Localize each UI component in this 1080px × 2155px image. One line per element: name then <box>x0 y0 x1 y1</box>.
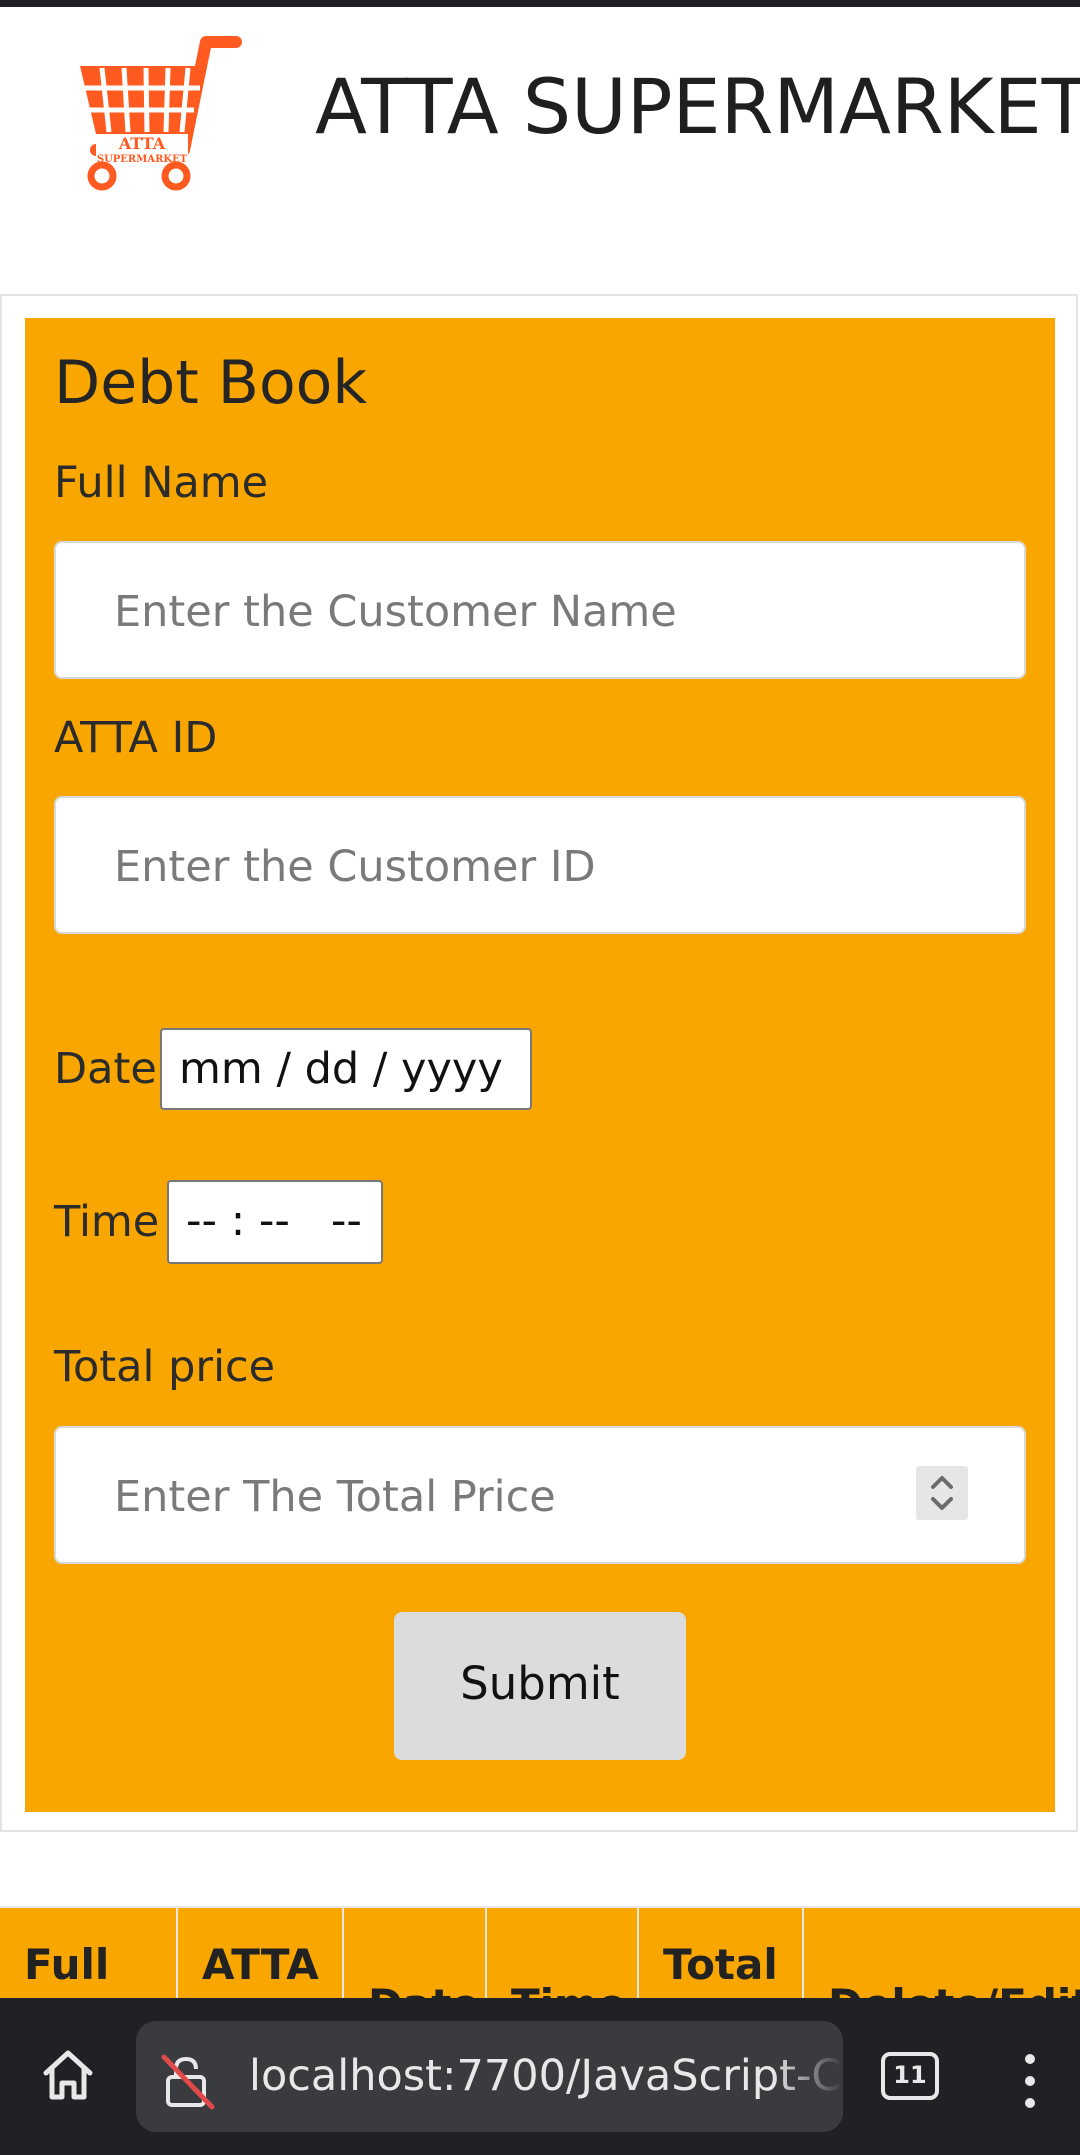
status-bar-edge <box>0 0 1080 7</box>
spinner-arrows-icon <box>931 1476 953 1510</box>
url-text: localhost:7700/JavaScript-CRUD <box>249 2051 843 2101</box>
address-bar[interactable]: localhost:7700/JavaScript-CRUD <box>136 2021 843 2132</box>
atta-id-input[interactable]: Enter the Customer ID <box>54 796 1026 934</box>
number-spinner[interactable] <box>916 1466 968 1520</box>
cart-logo-icon: ATTA SUPERMARKET <box>66 34 246 194</box>
form-heading: Debt Book <box>54 348 368 418</box>
date-input[interactable]: mm / dd / yyyy <box>160 1028 532 1110</box>
time-input[interactable]: -- : -- -- <box>167 1180 383 1264</box>
atta-id-label: ATTA ID <box>54 713 218 763</box>
total-price-input[interactable]: Enter The Total Price <box>54 1426 1026 1564</box>
tab-switcher-button[interactable]: 11 <box>880 2051 940 2101</box>
tab-count: 11 <box>893 2061 927 2089</box>
home-icon[interactable] <box>38 2045 98 2105</box>
overflow-menu-icon[interactable] <box>1020 2051 1040 2111</box>
logo-text-top: ATTA <box>118 134 166 153</box>
total-price-placeholder: Enter The Total Price <box>114 1472 556 1522</box>
atta-id-placeholder: Enter the Customer ID <box>114 842 596 892</box>
full-name-placeholder: Enter the Customer Name <box>114 587 677 637</box>
full-name-label: Full Name <box>54 458 269 508</box>
total-price-label: Total price <box>54 1342 276 1392</box>
submit-label: Submit <box>460 1657 620 1710</box>
url-fade <box>773 2021 843 2132</box>
brand-title: ATTA SUPERMARKET <box>315 62 1080 151</box>
time-placeholder: -- : -- -- <box>186 1196 362 1246</box>
insecure-lock-icon <box>158 2051 218 2111</box>
time-label: Time <box>54 1197 160 1247</box>
date-label: Date <box>54 1044 157 1094</box>
full-name-input[interactable]: Enter the Customer Name <box>54 541 1026 679</box>
date-placeholder: mm / dd / yyyy <box>179 1044 503 1094</box>
submit-button[interactable]: Submit <box>394 1612 686 1760</box>
